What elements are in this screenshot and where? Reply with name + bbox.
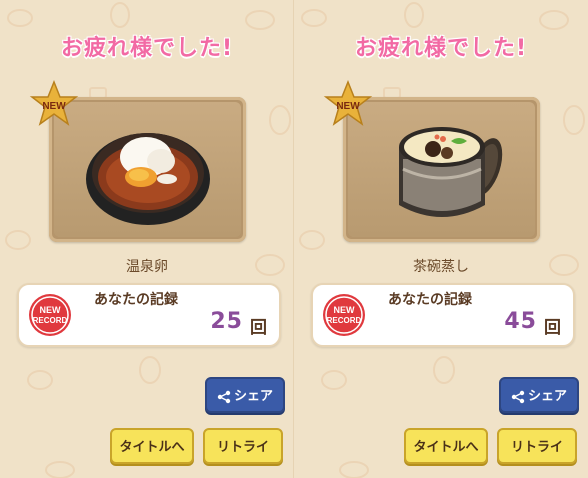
- retry-button[interactable]: リトライ: [203, 428, 283, 464]
- to-title-button[interactable]: タイトルへ: [110, 428, 194, 464]
- new-badge-icon: NEW: [323, 80, 373, 126]
- svg-text:NEW: NEW: [42, 101, 66, 112]
- svg-text:NEW: NEW: [334, 305, 356, 315]
- share-button[interactable]: シェア: [205, 377, 285, 413]
- record-card: NEW RECORD あなたの記録 25 回: [17, 283, 281, 347]
- record-count: 25: [210, 309, 243, 334]
- share-button[interactable]: シェア: [499, 377, 579, 413]
- result-panel-right: お疲れ様でした! NEW 茶碗蒸し NEW RECORD あなたの記録 45 回…: [294, 0, 588, 478]
- svg-text:RECORD: RECORD: [327, 316, 362, 325]
- record-label: あなたの記録: [388, 292, 472, 308]
- new-badge-icon: NEW: [29, 80, 79, 126]
- record-card: NEW RECORD あなたの記録 45 回: [311, 283, 575, 347]
- record-unit: 回: [250, 318, 267, 338]
- congrats-title: お疲れ様でした!: [354, 36, 528, 61]
- congrats-title: お疲れ様でした!: [60, 36, 234, 61]
- share-label: シェア: [527, 389, 567, 404]
- record-unit: 回: [544, 318, 561, 338]
- record-label: あなたの記録: [94, 292, 178, 308]
- svg-text:NEW: NEW: [40, 305, 62, 315]
- to-title-button[interactable]: タイトルへ: [404, 428, 488, 464]
- new-record-icon: NEW RECORD: [323, 294, 365, 336]
- svg-text:RECORD: RECORD: [33, 316, 68, 325]
- share-icon: [217, 390, 231, 403]
- new-record-icon: NEW RECORD: [29, 294, 71, 336]
- result-panel-left: お疲れ様でした! NEW 温泉卵 NEW RECORD あなたの記録 25 回: [0, 0, 294, 478]
- svg-text:NEW: NEW: [336, 101, 360, 112]
- food-name: 温泉卵: [126, 259, 168, 275]
- food-name: 茶碗蒸し: [413, 259, 469, 275]
- record-count: 45: [504, 309, 537, 334]
- retry-button[interactable]: リトライ: [497, 428, 577, 464]
- share-label: シェア: [233, 389, 273, 404]
- share-icon: [511, 390, 525, 403]
